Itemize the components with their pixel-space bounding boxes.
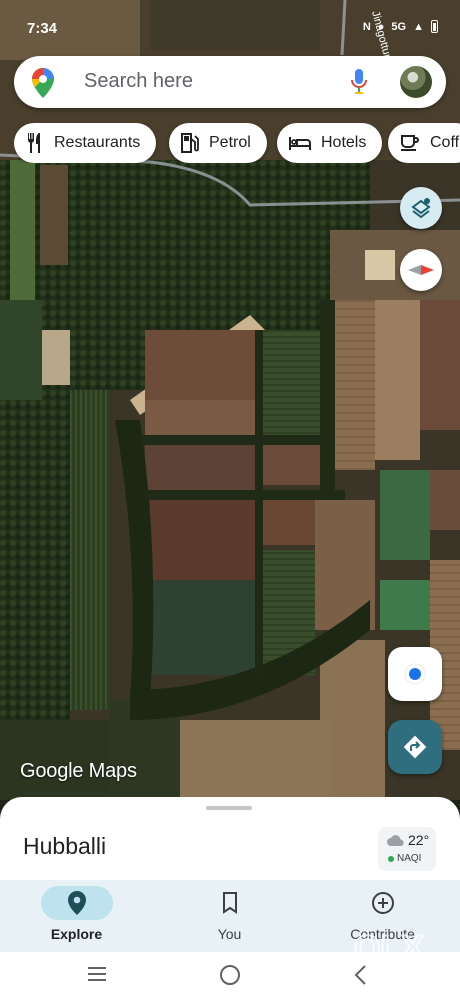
restaurant-icon: [28, 133, 40, 153]
chip-coffee[interactable]: Coff: [388, 123, 460, 163]
search-bar[interactable]: Search here: [14, 56, 446, 108]
chip-label: Restaurants: [54, 134, 141, 151]
temperature: 22°: [408, 832, 430, 848]
nav-you[interactable]: You: [153, 880, 306, 952]
network-type: 5G: [391, 20, 407, 33]
status-bar: 7:34 N ● 5G ▲: [0, 0, 460, 50]
nfc-icon: N: [362, 20, 371, 33]
home-icon[interactable]: [219, 964, 241, 991]
chip-label: Coff: [430, 134, 460, 151]
weather-chip[interactable]: 22° NAQI: [378, 827, 436, 871]
directions-icon: [403, 735, 427, 759]
recent-apps-icon[interactable]: [87, 964, 107, 989]
battery-icon: [431, 20, 438, 33]
system-navigation-bar: [0, 952, 460, 1000]
nav-label: Explore: [50, 926, 103, 942]
google-maps-attribution: Google Maps: [20, 760, 137, 782]
bookmark-icon: [222, 892, 237, 914]
back-icon[interactable]: [353, 964, 367, 991]
coffee-icon: [401, 135, 419, 151]
chip-label: Petrol: [209, 134, 251, 151]
compass-button[interactable]: [400, 249, 442, 291]
bottom-sheet[interactable]: Hubballi 22° NAQI: [0, 797, 460, 887]
my-location-button[interactable]: [388, 647, 442, 701]
status-time: 7:34: [27, 20, 58, 37]
nav-label: You: [217, 926, 242, 942]
google-maps-pin-icon: [32, 68, 54, 103]
layers-icon: [411, 198, 431, 219]
add-circle-icon: [371, 892, 394, 914]
chip-label: Hotels: [321, 134, 367, 151]
avatar[interactable]: [400, 66, 432, 98]
chip-restaurants[interactable]: Restaurants: [14, 123, 157, 163]
chip-petrol[interactable]: Petrol: [169, 123, 267, 163]
nav-explore[interactable]: Explore: [0, 880, 153, 952]
microphone-icon[interactable]: [351, 69, 367, 100]
sheet-drag-handle[interactable]: [206, 806, 252, 810]
chip-hotels[interactable]: Hotels: [277, 123, 383, 163]
location-status-icon: ●: [377, 20, 385, 33]
hotel-icon: [289, 137, 311, 150]
gas-station-icon: [181, 133, 199, 153]
explore-pin-icon: [67, 891, 86, 915]
directions-button[interactable]: [388, 720, 442, 774]
air-quality-label: NAQI: [397, 853, 422, 864]
category-chips: Restaurants Petrol Hotels Coff: [14, 123, 460, 163]
place-name: Hubballi: [23, 833, 107, 859]
compass-icon: [408, 265, 434, 275]
signal-icon: ▲: [413, 20, 424, 33]
search-input[interactable]: Search here: [84, 70, 193, 93]
my-location-icon: [404, 663, 426, 685]
air-quality-dot-icon: [388, 855, 394, 862]
layers-button[interactable]: [400, 187, 442, 229]
air-quality: NAQI: [388, 853, 421, 864]
cloud-icon: [387, 835, 404, 846]
